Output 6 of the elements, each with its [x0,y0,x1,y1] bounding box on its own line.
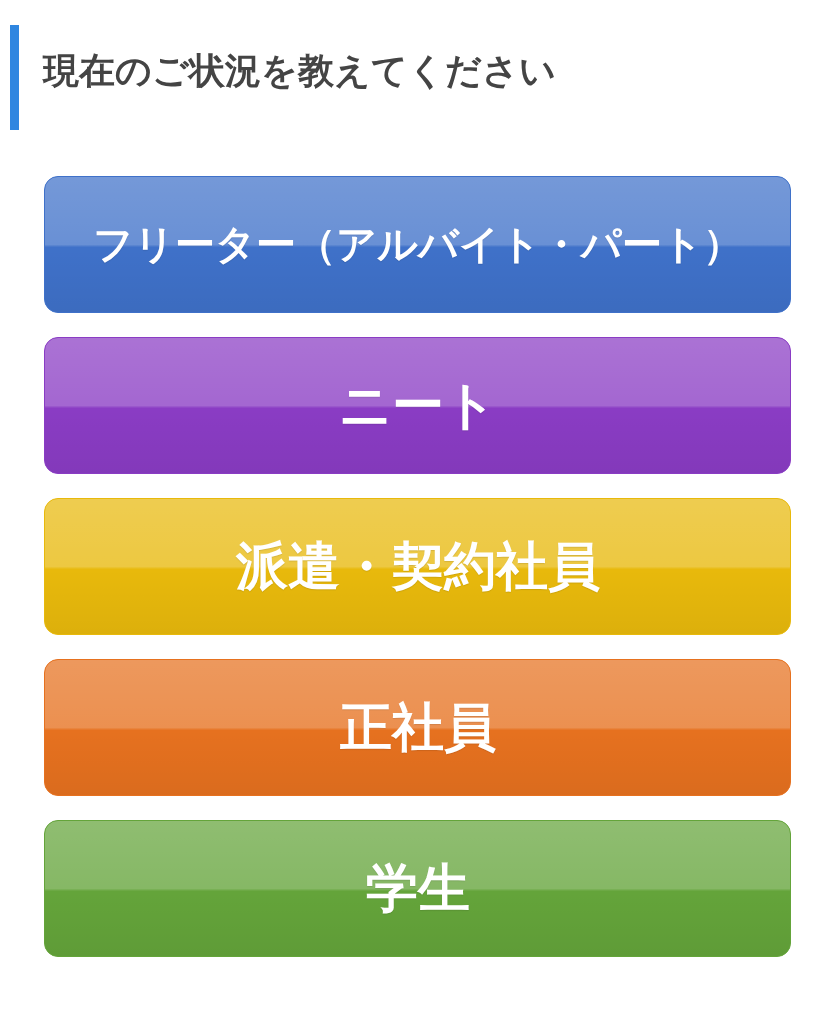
answer-button[interactable]: フリーター（アルバイト・パート） [44,176,791,313]
answer-button[interactable]: 派遣・契約社員 [44,498,791,635]
answer-button[interactable]: 正社員 [44,659,791,796]
answer-button[interactable]: ニート [44,337,791,474]
question-heading: 現在のご状況を教えてください [43,49,556,93]
answer-button[interactable]: 学生 [44,820,791,957]
